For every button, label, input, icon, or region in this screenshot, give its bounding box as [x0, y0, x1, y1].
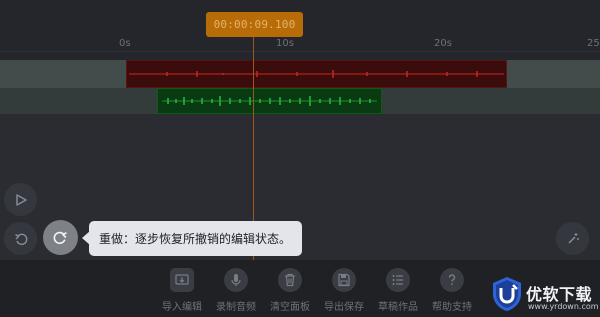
timeline-ruler[interactable]: 0s 10s 20s 25s: [0, 37, 600, 52]
redo-tooltip: 重做：逐步恢复所撤销的编辑状态。: [89, 221, 302, 256]
magic-wand-icon: [567, 232, 579, 244]
redo-button[interactable]: [43, 220, 78, 255]
time-readout: 00:00:09.100: [206, 12, 303, 37]
trash-icon: [278, 268, 302, 292]
waveform-green: [162, 96, 377, 106]
help-button[interactable]: 帮助支持: [424, 268, 480, 314]
clear-panel-button[interactable]: 清空面板: [262, 268, 318, 314]
record-audio-button[interactable]: 录制音频: [208, 268, 264, 314]
play-button[interactable]: [4, 183, 37, 216]
waveform-red: [129, 70, 504, 78]
tool-label: 清空面板: [270, 302, 310, 313]
save-icon: [332, 268, 356, 292]
ruler-baseline: [0, 51, 600, 52]
audio-clip-red[interactable]: [126, 60, 507, 88]
ruler-tick-label: 0s: [119, 38, 131, 49]
export-save-button[interactable]: 导出保存: [316, 268, 372, 314]
ruler-tick-label: 25s: [587, 38, 600, 49]
magic-wand-button[interactable]: [556, 222, 589, 255]
drafts-button[interactable]: 草稿作品: [370, 268, 426, 314]
undo-icon: [14, 233, 27, 245]
audio-clip-green[interactable]: [157, 88, 382, 114]
redo-icon: [53, 231, 67, 244]
question-icon: [440, 268, 464, 292]
tool-label: 录制音频: [216, 302, 256, 313]
list-icon: [386, 268, 410, 292]
tool-label: 帮助支持: [432, 302, 472, 313]
watermark-logo-icon: [493, 277, 521, 311]
ruler-tick-label: 10s: [276, 38, 294, 49]
tool-label: 导入编辑: [162, 302, 202, 313]
play-icon: [15, 193, 27, 206]
tool-label: 草稿作品: [378, 302, 418, 313]
ruler-tick-label: 20s: [434, 38, 452, 49]
import-icon: [170, 268, 194, 292]
microphone-icon: [224, 268, 248, 292]
tool-label: 导出保存: [324, 302, 364, 313]
watermark-subtitle: www.yrdown.com: [528, 302, 599, 311]
import-edit-button[interactable]: 导入编辑: [154, 268, 210, 314]
watermark: 优软下载 www.yrdown.com: [491, 276, 599, 314]
undo-button[interactable]: [4, 222, 37, 255]
